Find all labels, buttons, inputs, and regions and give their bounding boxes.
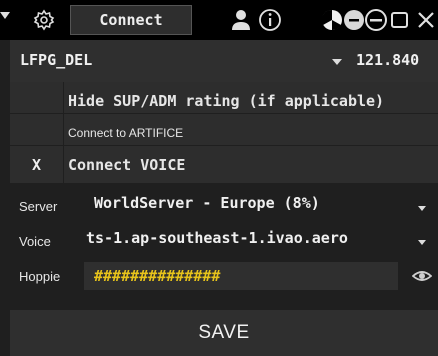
chevron-down-icon[interactable] [418, 206, 426, 211]
option-label: Connect VOICE [68, 155, 186, 174]
voice-select[interactable]: ts-1.ap-southeast-1.ivao.aero [84, 226, 398, 254]
connect-button[interactable]: Connect [70, 5, 192, 35]
voice-label: Voice [19, 234, 51, 249]
info-icon[interactable] [256, 6, 284, 34]
server-select[interactable]: WorldServer - Europe (8%) [84, 190, 398, 218]
eye-icon[interactable] [412, 266, 432, 286]
chevron-down-icon[interactable] [0, 12, 10, 19]
maximize-icon[interactable] [386, 6, 414, 34]
chevron-down-icon[interactable] [332, 59, 342, 65]
hoppie-value: ############## [94, 267, 221, 285]
server-label: Server [19, 199, 58, 214]
save-button[interactable]: SAVE [10, 310, 438, 356]
user-icon[interactable] [227, 6, 255, 34]
station-code: LFPG_DEL [20, 51, 93, 69]
close-icon[interactable] [412, 6, 438, 34]
option-checkbox[interactable]: X [10, 146, 64, 183]
server-value: WorldServer - Europe (8%) [94, 194, 320, 212]
title-bar: Connect [0, 0, 438, 40]
hoppie-input[interactable]: ############## [84, 262, 398, 290]
gear-icon[interactable] [30, 6, 58, 34]
chevron-down-icon[interactable] [418, 240, 426, 245]
option-connect-voice[interactable]: X Connect VOICE [10, 146, 438, 183]
station-selector[interactable]: LFPG_DEL 121.840 [10, 40, 438, 82]
voice-value: ts-1.ap-southeast-1.ivao.aero [86, 229, 348, 247]
hoppie-label: Hoppie [19, 269, 61, 284]
station-frequency: 121.840 [356, 51, 420, 69]
